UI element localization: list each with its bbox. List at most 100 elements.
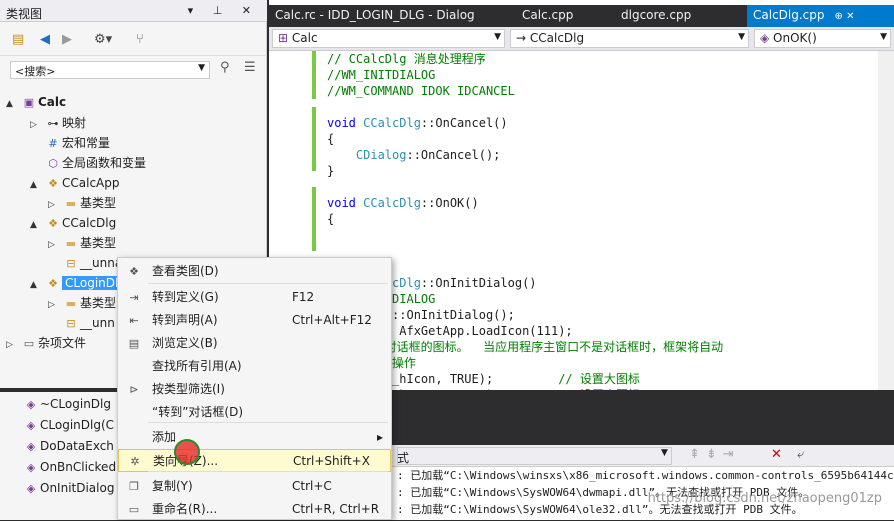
menu-item-7[interactable]: 添加 ▸ [118,426,391,449]
collapsed-arrow-icon[interactable]: ▷ [48,295,62,315]
menu-item-0[interactable]: ❖ 查看类图(D) [118,260,391,283]
tree-item-label: 杂项文件 [38,336,87,350]
menu-item-8[interactable]: ✲类向导(Z)...Ctrl+Shift+X [118,449,391,472]
class-view-toolbar: ▤ ◀ ▶ ⚙▾ ⑂ [0,24,267,56]
tree-item-label: Calc [38,95,67,109]
chevron-down-icon[interactable]: ▼ [198,63,205,73]
folder-icon: ▬ [65,237,77,250]
member-item[interactable]: ◈ ~CLoginDlg [22,394,111,414]
expanded-arrow-icon[interactable]: ▲ [6,94,20,114]
code-line: { [327,132,335,146]
search-icon[interactable]: ⚲ [220,60,230,75]
submenu-arrow-icon: ▸ [376,430,383,444]
menu-item-shortcut: Ctrl+R, Ctrl+R [292,502,380,516]
member-item[interactable]: ◈ OnBnClicked [22,457,116,477]
menu-item-9[interactable]: ❐ 复制(Y) Ctrl+C [118,475,391,498]
back-icon[interactable]: ◀ [40,32,50,47]
editor-scrollbar[interactable] [878,51,894,390]
class-icon: ❖ [48,217,58,230]
menu-item-10[interactable]: ▭ 重命名(R)... Ctrl+R, Ctrl+R [118,498,391,521]
enum-icon: ⊟ [66,317,76,330]
class-view-title: 类视图 ▾ ⊥ ✕ [0,0,267,22]
menu-item-shortcut: Ctrl+Alt+F12 [292,313,372,327]
class-hierarchy-icon[interactable]: ⑂ [136,32,144,47]
member-label: CLoginDlg(C [40,418,115,432]
menu-item-6[interactable]: “转到”对话框(D) [118,401,391,424]
menu-item-label: 浏览定义(B) [152,336,218,350]
menu-item-label: 按类型筛选(I) [152,382,225,396]
tree-item[interactable]: ▲ ▣ Calc [6,92,66,112]
tree-item-label: 基类型 [80,196,117,210]
member-item[interactable]: ◈ DoDataExch [22,436,114,456]
expanded-arrow-icon[interactable]: ▲ [30,275,44,295]
output-line: : 已加载“C:\Windows\winsxs\x86_microsoft.wi… [397,469,894,482]
tab-0[interactable]: Calc.rc - IDD_LOGIN_DLG - Dialog [269,5,481,27]
new-folder-icon[interactable]: ▤ [12,32,24,47]
tree-item-label: CLoginDl [62,276,122,290]
tab-3[interactable]: CalcDlg.cpp ⊕ ✕ [747,5,894,27]
collapsed-arrow-icon[interactable]: ▷ [48,235,62,255]
member-item[interactable]: ◈ CLoginDlg(C [22,415,114,435]
method-icon: ◈ [26,419,36,432]
copy-icon: ❐ [129,480,139,493]
navigate-icons[interactable]: ⇞⇟⇥ [689,447,740,462]
menu-separator [148,283,388,284]
tab-label: dlgcore.cpp [621,8,692,22]
tree-item[interactable]: ⊟ __unn [48,313,114,333]
word-wrap-icon[interactable]: ⤶ [797,447,804,462]
expanded-arrow-icon[interactable]: ▲ [30,215,44,235]
watermark: https://blog.csdn.net/zhaopeng01zp [647,491,882,506]
chevron-down-icon: ▼ [738,32,745,42]
folder-icon: ▬ [65,297,77,310]
code-line: CDialog::OnCancel(); [355,148,501,162]
collapsed-arrow-icon[interactable]: ▷ [6,335,20,355]
tree-item[interactable]: ▷ ▬ 基类型 [48,193,116,213]
macro-icon: # [48,137,58,150]
tree-item-label: 基类型 [80,296,117,310]
member-label: OnInitDialog [40,481,115,495]
tree-item[interactable]: ▲ ❖ CLoginDl [30,273,122,295]
member-label: DoDataExch [40,439,114,453]
menu-item-3[interactable]: ▤ 浏览定义(B) [118,332,391,355]
menu-item-4[interactable]: 查找所有引用(A) [118,355,391,378]
menu-item-label: “转到”对话框(D) [152,405,244,419]
collapsed-arrow-icon[interactable]: ▷ [30,115,44,135]
pane-pin-icon[interactable]: ▾ ⊥ ✕ [188,4,259,17]
tree-item[interactable]: ▷ ▬ 基类型 [48,293,116,313]
output-source-dropdown[interactable] [397,447,672,465]
settings-gear-icon[interactable]: ⚙▾ [94,32,112,47]
expanded-arrow-icon[interactable]: ▲ [30,175,44,195]
tree-item[interactable]: ⬡ 全局函数和变量 [30,153,146,173]
tree-item[interactable]: # 宏和常量 [30,133,110,153]
tree-item-label: 基类型 [80,236,117,250]
menu-item-shortcut: F12 [292,290,315,304]
clear-all-icon[interactable]: ✕ [771,447,782,462]
change-marker [312,107,316,171]
code-line: // CCalcDlg 消息处理程序 [327,52,486,66]
tab-1[interactable]: Calc.cpp [516,5,579,27]
class-view-title-label: 类视图 [6,7,43,21]
class-dropdown[interactable]: → CCalcDlg ▼ [510,29,749,48]
menu-item-2[interactable]: ⇤ 转到声明(A) Ctrl+Alt+F12 [118,309,391,332]
tree-item-label: 映射 [62,116,87,130]
menu-item-1[interactable]: ⇥ 转到定义(G) F12 [118,286,391,309]
tree-item[interactable]: ▷ ▭ 杂项文件 [6,333,86,353]
tab-2[interactable]: dlgcore.cpp [615,5,697,27]
tab-close-icon[interactable]: ⊕ ✕ [835,11,855,22]
tree-item[interactable]: ▲ ❖ CCalcApp [30,173,120,193]
member-dropdown[interactable]: ◈ OnOK() ▼ [754,29,891,48]
code-line: { [327,212,335,226]
member-item[interactable]: ◈ OnInitDialog [22,478,115,498]
code-line: //WM_INITDIALOG [327,68,436,82]
tree-item[interactable]: ▲ ❖ CCalcDlg [30,213,116,233]
forward-icon[interactable]: ▶ [62,32,72,47]
collapsed-arrow-icon[interactable]: ▷ [48,195,62,215]
search-options-icon[interactable]: ☰ [244,60,256,75]
search-input[interactable]: <搜索> ▼ [10,61,210,79]
folder-icon: ▬ [65,197,77,210]
menu-item-label: 添加 [152,430,177,444]
menu-item-5[interactable]: ⊳ 按类型筛选(I) [118,378,391,401]
tree-item[interactable]: ▷ ▬ 基类型 [48,233,116,253]
project-dropdown[interactable]: ⊞ Calc ▼ [272,29,505,48]
tree-item[interactable]: ▷ ⊶ 映射 [30,113,86,133]
